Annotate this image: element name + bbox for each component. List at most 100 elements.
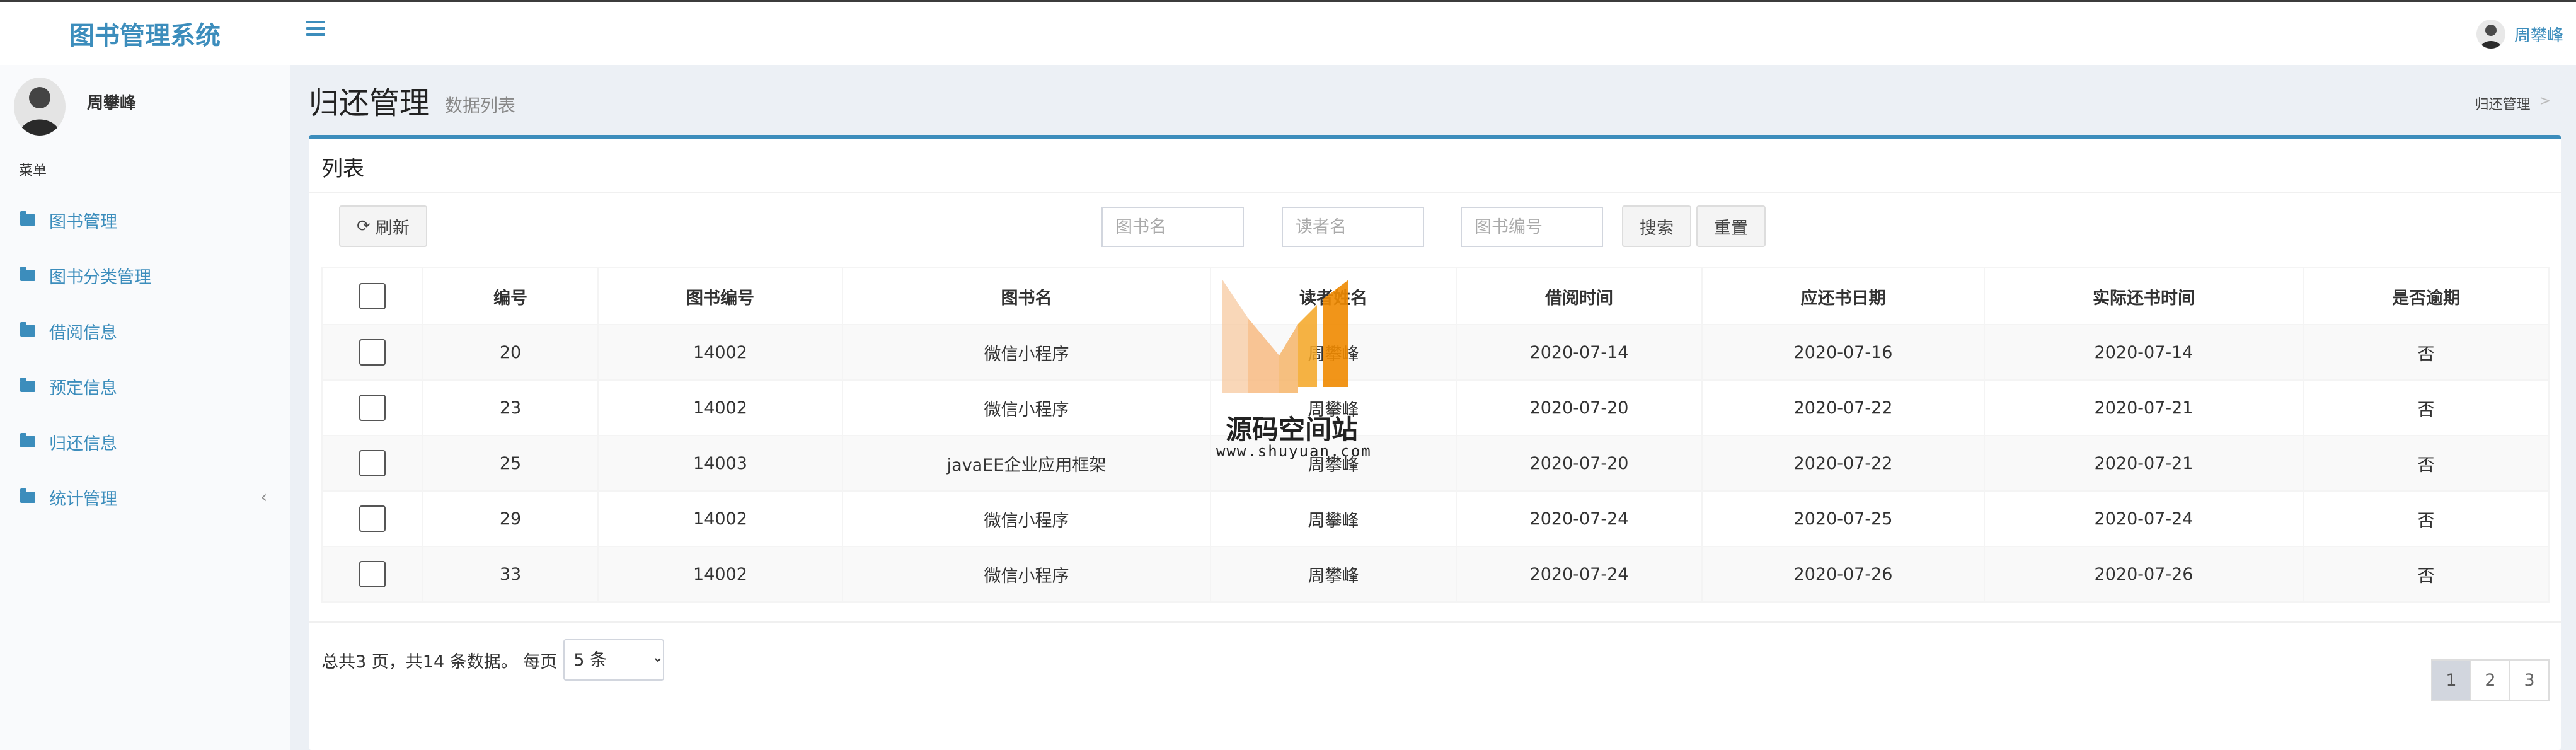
- chevron-left-icon[interactable]: ‹: [261, 488, 267, 507]
- table-row[interactable]: 25 14003 javaEE企业应用框架 周攀峰 2020-07-20 202…: [321, 435, 2550, 492]
- folder-icon: [20, 378, 35, 392]
- column-header[interactable]: 图书编号: [597, 267, 843, 325]
- table-row[interactable]: 33 14002 微信小程序 周攀峰 2020-07-24 2020-07-26…: [321, 546, 2550, 603]
- column-header[interactable]: 借阅时间: [1456, 267, 1703, 325]
- cell-overdue: 否: [2303, 379, 2550, 436]
- table-header-row: 编号 图书编号 图书名 读者姓名 借阅时间 应还书日期 实际还书时间 是否逾期: [321, 267, 2550, 325]
- pagination: 1 2 3: [2431, 659, 2550, 701]
- top-header: 图书管理系统 周攀峰: [0, 2, 2576, 65]
- box-title: 列表: [321, 156, 364, 182]
- cell-due-date: 2020-07-22: [1701, 379, 1985, 436]
- refresh-button[interactable]: ⟳ 刷新: [339, 205, 427, 247]
- breadcrumb: 归还管理 >: [2475, 93, 2551, 113]
- cell-return-date: 2020-07-26: [1984, 546, 2304, 603]
- cell-book-code: 14002: [597, 324, 843, 381]
- sidebar-item-reservation-info[interactable]: 预定信息: [0, 361, 290, 412]
- cell-book-name: 微信小程序: [842, 546, 1211, 603]
- user-panel: 周攀峰: [14, 78, 279, 141]
- divider: [309, 192, 2561, 193]
- reader-name-input[interactable]: [1282, 207, 1424, 247]
- sidebar-item-category-management[interactable]: 图书分类管理: [0, 250, 290, 301]
- cell-borrow-date: 2020-07-24: [1456, 546, 1703, 603]
- menu-header: 菜单: [19, 163, 47, 179]
- column-header[interactable]: 编号: [422, 267, 599, 325]
- sidebar-item-label: 图书分类管理: [49, 267, 151, 287]
- sidebar-item-return-info[interactable]: 归还信息: [0, 416, 290, 468]
- cell-book-name: 微信小程序: [842, 490, 1211, 547]
- row-checkbox[interactable]: [359, 450, 386, 476]
- cell-book-code: 14002: [597, 490, 843, 547]
- folder-icon: [20, 267, 35, 281]
- column-header[interactable]: 是否逾期: [2303, 267, 2550, 325]
- cell-id: 29: [422, 490, 599, 547]
- cell-due-date: 2020-07-22: [1701, 435, 1985, 492]
- cell-borrow-date: 2020-07-20: [1456, 379, 1703, 436]
- avatar: [2476, 20, 2505, 49]
- cell-due-date: 2020-07-25: [1701, 490, 1985, 547]
- column-header[interactable]: 图书名: [842, 267, 1211, 325]
- search-button[interactable]: 搜索: [1622, 205, 1691, 247]
- avatar: [14, 78, 66, 136]
- column-header[interactable]: 实际还书时间: [1984, 267, 2304, 325]
- sidebar-item-statistics[interactable]: 统计管理 ‹: [0, 471, 290, 523]
- folder-icon: [20, 433, 35, 447]
- select-all-checkbox[interactable]: [359, 283, 386, 309]
- table-row[interactable]: 20 14002 微信小程序 周攀峰 2020-07-14 2020-07-16…: [321, 324, 2550, 381]
- cell-due-date: 2020-07-16: [1701, 324, 1985, 381]
- row-select-cell: [321, 490, 423, 547]
- pagination-info: 总共3 页，共14 条数据。 每页 5 条: [321, 639, 665, 681]
- cell-return-date: 2020-07-21: [1984, 379, 2304, 436]
- breadcrumb-separator: >: [2539, 93, 2551, 109]
- cell-overdue: 否: [2303, 546, 2550, 603]
- reset-button[interactable]: 重置: [1696, 205, 1766, 247]
- sidebar-item-label: 统计管理: [49, 489, 117, 509]
- sidebar-item-book-management[interactable]: 图书管理: [0, 194, 290, 246]
- cell-overdue: 否: [2303, 324, 2550, 381]
- cell-return-date: 2020-07-21: [1984, 435, 2304, 492]
- book-name-input[interactable]: [1101, 207, 1244, 247]
- page-subtitle: 数据列表: [445, 95, 516, 116]
- cell-id: 20: [422, 324, 599, 381]
- row-select-cell: [321, 546, 423, 603]
- sidebar-item-label: 图书管理: [49, 212, 117, 232]
- divider: [309, 621, 2561, 623]
- cell-overdue: 否: [2303, 490, 2550, 547]
- column-header[interactable]: 应还书日期: [1701, 267, 1985, 325]
- cell-id: 23: [422, 379, 599, 436]
- cell-borrow-date: 2020-07-20: [1456, 435, 1703, 492]
- sidebar: 周攀峰 菜单 图书管理 图书分类管理 借阅信息 预定信息 归还信息 统计管理 ‹: [0, 65, 290, 750]
- cell-id: 33: [422, 546, 599, 603]
- book-code-input[interactable]: [1461, 207, 1603, 247]
- page-title: 归还管理: [309, 86, 430, 121]
- page-link[interactable]: 1: [2431, 659, 2471, 701]
- sidebar-item-borrow-info[interactable]: 借阅信息: [0, 305, 290, 357]
- table-row[interactable]: 29 14002 微信小程序 周攀峰 2020-07-24 2020-07-25…: [321, 490, 2550, 547]
- table-row[interactable]: 23 14002 微信小程序 周攀峰 2020-07-20 2020-07-22…: [321, 379, 2550, 436]
- user-menu[interactable]: 周攀峰: [2476, 18, 2563, 50]
- user-name: 周攀峰: [2514, 26, 2563, 45]
- watermark: 源码空间站 www.shuyuan.com: [1216, 280, 1371, 469]
- row-checkbox[interactable]: [359, 339, 386, 366]
- page-size-select[interactable]: 5 条: [563, 639, 665, 681]
- page-link[interactable]: 3: [2509, 659, 2550, 701]
- page-link[interactable]: 2: [2470, 659, 2510, 701]
- sidebar-user-name: 周攀峰: [87, 94, 137, 113]
- folder-icon: [20, 211, 35, 226]
- refresh-label: 刷新: [375, 218, 410, 238]
- cell-book-name: javaEE企业应用框架: [842, 435, 1211, 492]
- breadcrumb-item[interactable]: 归还管理: [2475, 93, 2531, 113]
- row-checkbox[interactable]: [359, 395, 386, 421]
- app-logo[interactable]: 图书管理系统: [0, 2, 290, 65]
- row-checkbox[interactable]: [359, 505, 386, 532]
- row-checkbox[interactable]: [359, 561, 386, 587]
- return-table: 编号 图书编号 图书名 读者姓名 借阅时间 应还书日期 实际还书时间 是否逾期 …: [321, 267, 2550, 603]
- cell-book-code: 14003: [597, 435, 843, 492]
- folder-icon: [20, 488, 35, 503]
- cell-reader: 周攀峰: [1210, 546, 1457, 603]
- cell-due-date: 2020-07-26: [1701, 546, 1985, 603]
- menu-icon[interactable]: [306, 21, 325, 40]
- cell-book-code: 14002: [597, 546, 843, 603]
- cell-reader: 周攀峰: [1210, 490, 1457, 547]
- cell-book-code: 14002: [597, 379, 843, 436]
- sidebar-item-label: 归还信息: [49, 434, 117, 454]
